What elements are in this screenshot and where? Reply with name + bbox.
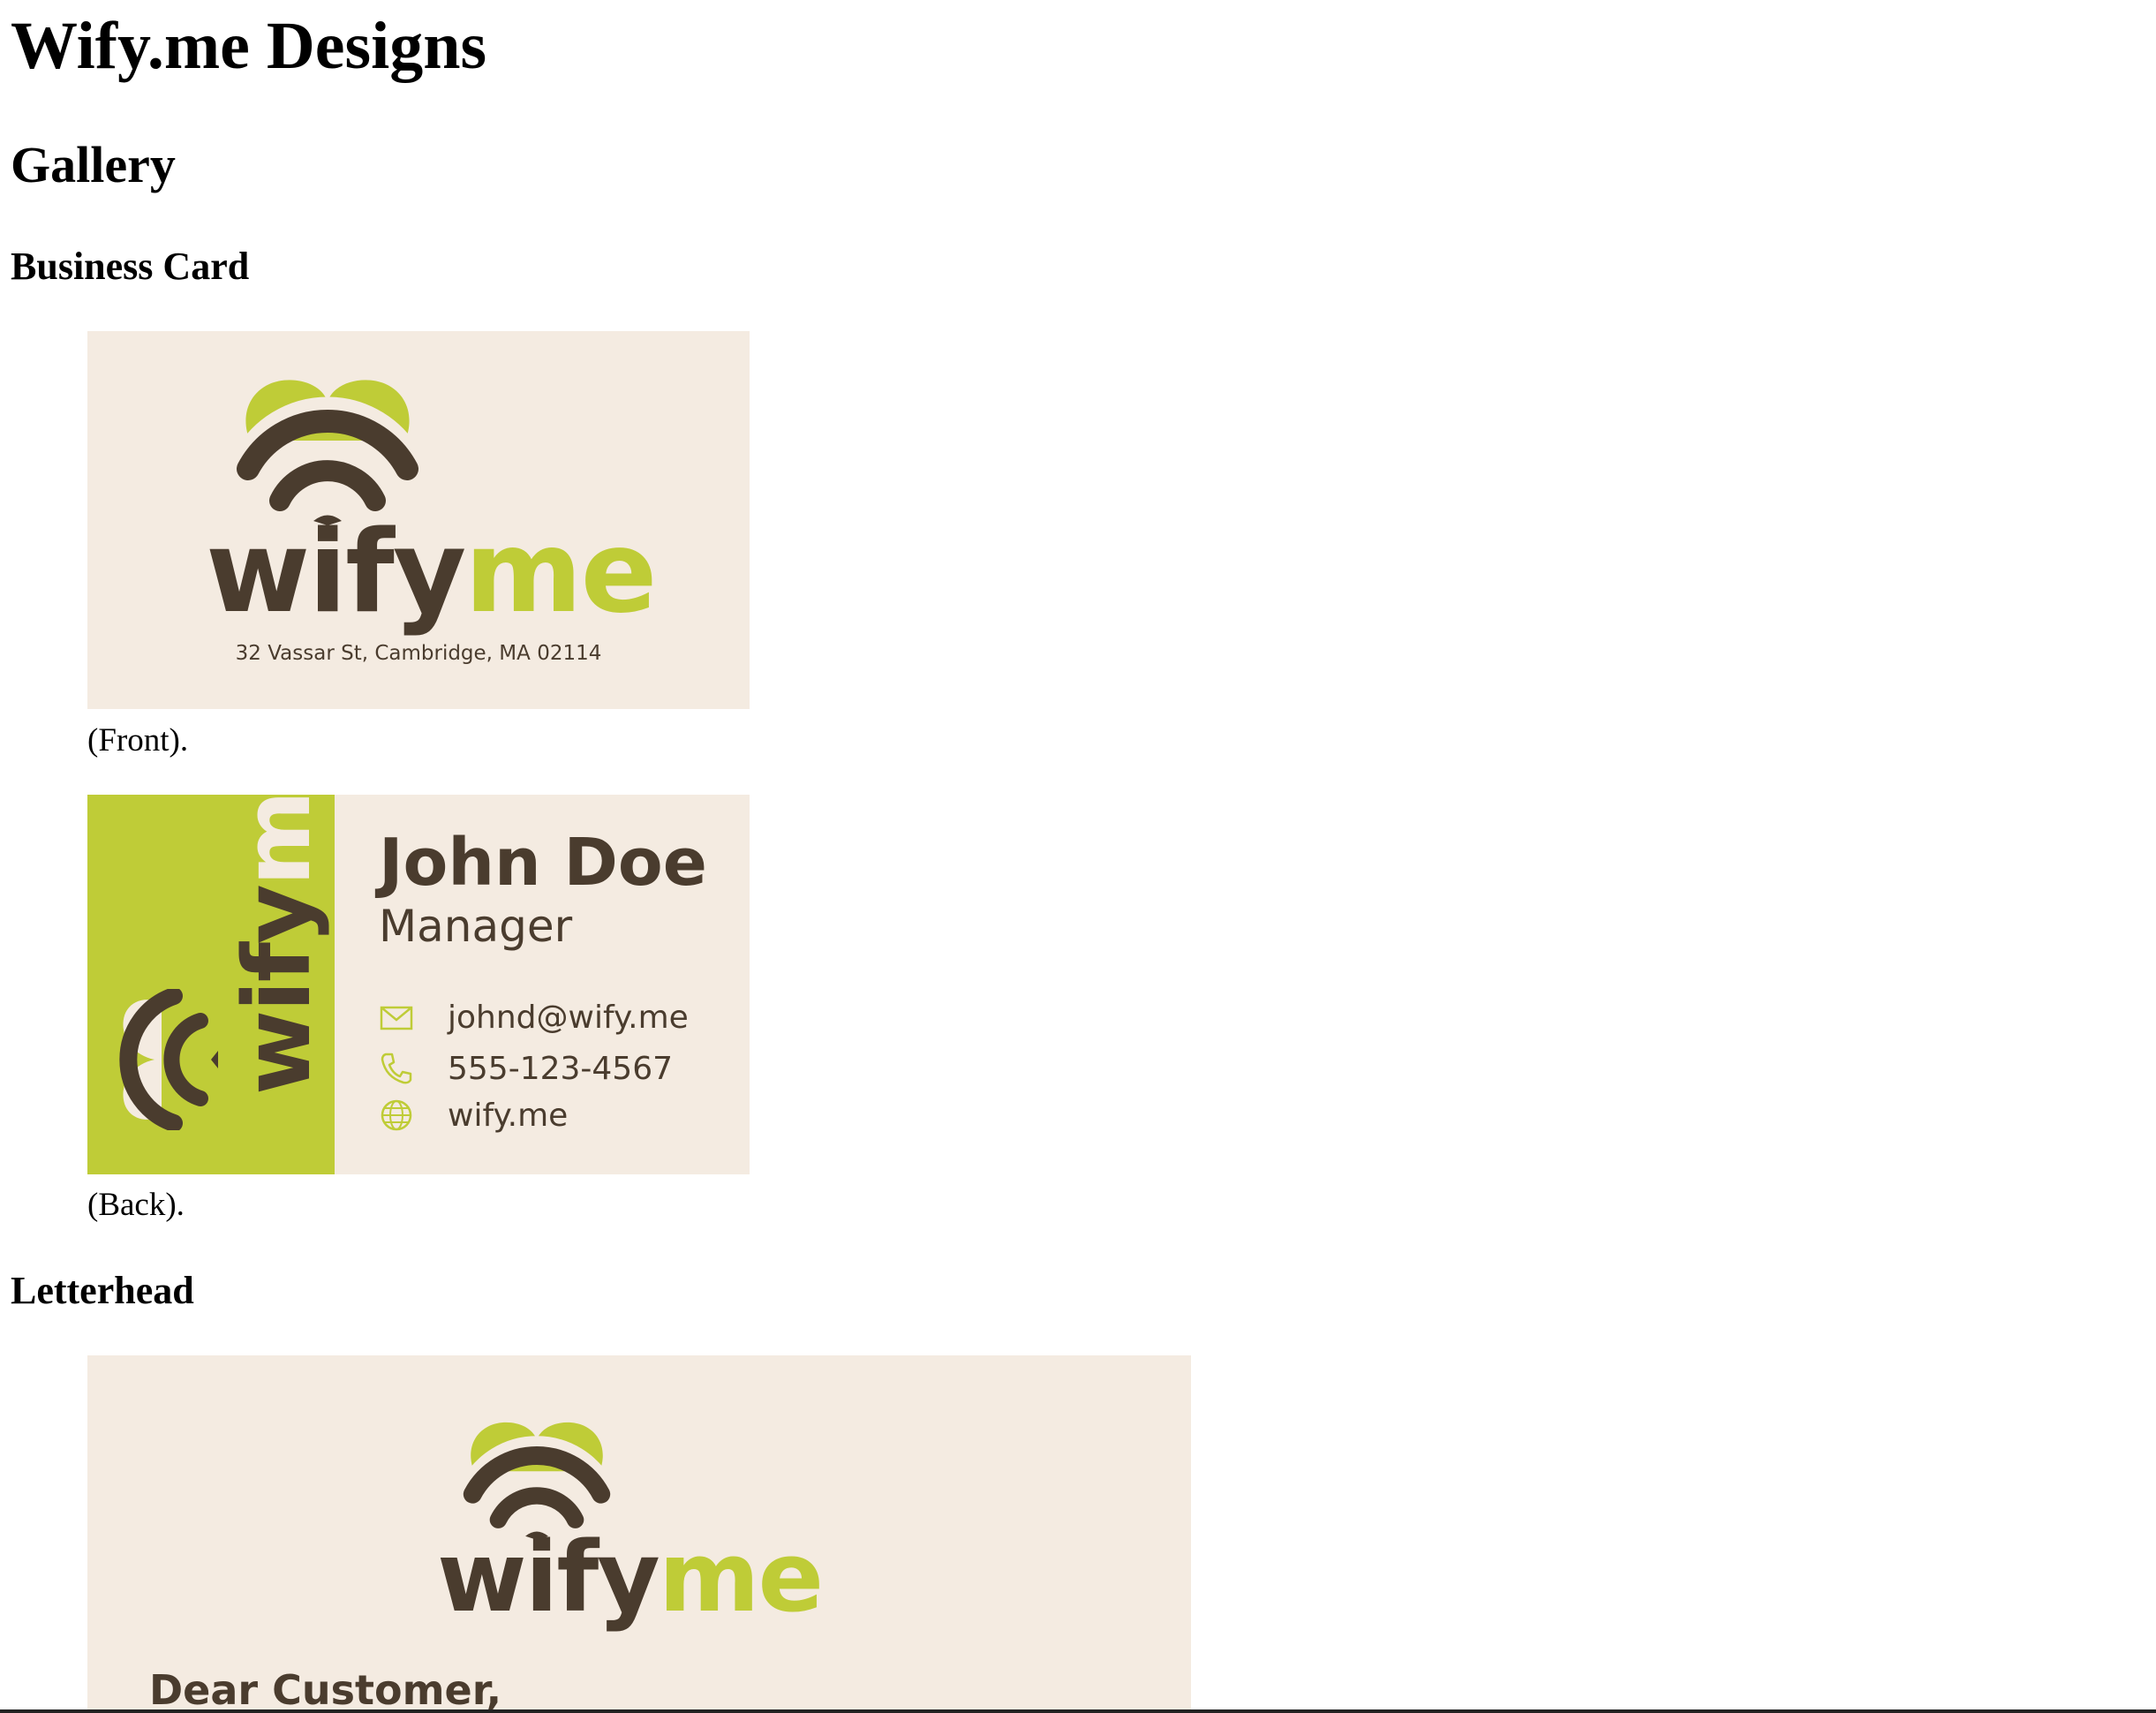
email-row: johnd@wify.me xyxy=(379,998,689,1037)
letterhead-heading: Letterhead xyxy=(11,1269,194,1312)
card-address: 32 Vassar St, Cambridge, MA 02114 xyxy=(235,642,602,665)
letterhead-greeting: Dear Customer, xyxy=(149,1666,502,1713)
heart-wifi-logo-icon xyxy=(119,989,218,1130)
business-card-front-image: wifyme 32 Vassar St, Cambridge, MA 02114 xyxy=(87,331,750,709)
globe-icon xyxy=(381,1099,412,1131)
phone-text: 555-123-4567 xyxy=(448,1050,674,1087)
page-title: Wify.me Designs xyxy=(11,9,487,83)
contact-title: Manager xyxy=(379,901,573,952)
business-card-back-image: wifyme John Doe Manager johnd@wify.me 55… xyxy=(87,795,750,1174)
heart-wifi-logo-icon xyxy=(236,380,419,525)
website-text: wify.me xyxy=(448,1097,569,1134)
wifyme-wordmark: wifyme xyxy=(206,507,657,638)
back-caption: (Back). xyxy=(87,1187,185,1223)
viewport-bottom-border xyxy=(0,1709,2156,1713)
green-band: wifyme xyxy=(87,795,335,1174)
front-caption: (Front). xyxy=(87,722,189,758)
wifyme-vertical-wordmark: wifyme xyxy=(223,795,331,1095)
gallery-heading: Gallery xyxy=(11,136,176,193)
website-row: wify.me xyxy=(379,1096,568,1135)
mail-icon xyxy=(380,1006,413,1030)
contact-name: John Doe xyxy=(379,825,707,901)
business-card-heading: Business Card xyxy=(11,245,250,288)
phone-icon xyxy=(381,1053,412,1084)
phone-row: 555-123-4567 xyxy=(379,1049,673,1088)
wifyme-wordmark: wifyme xyxy=(437,1521,824,1634)
email-text: johnd@wify.me xyxy=(448,999,689,1036)
letterhead-image: wifyme Dear Customer, xyxy=(87,1355,1191,1713)
